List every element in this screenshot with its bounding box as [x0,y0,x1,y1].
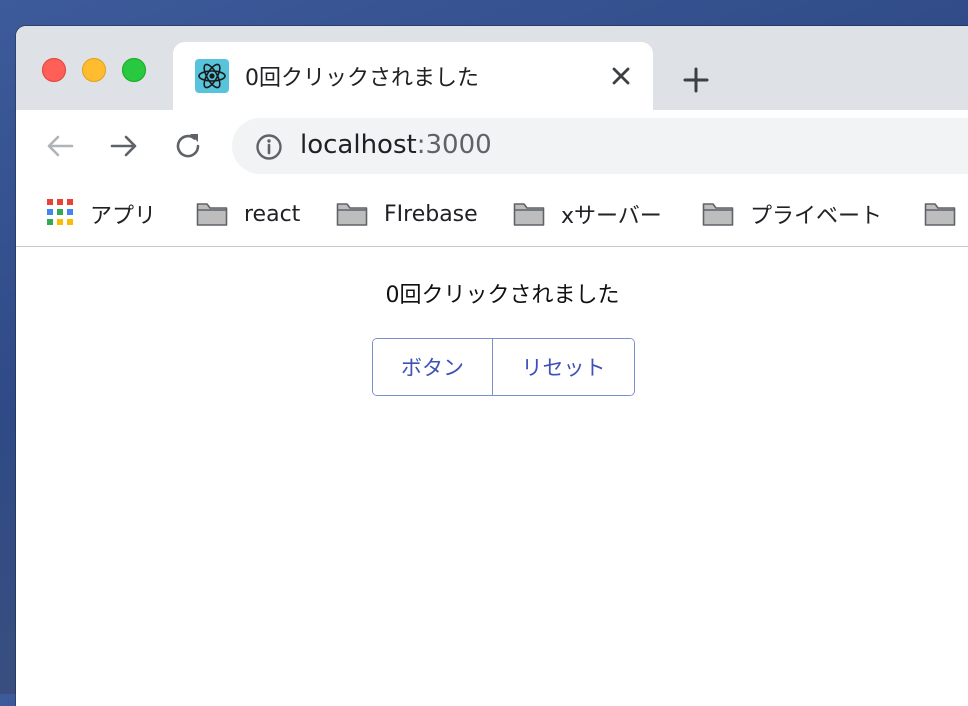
folder-icon [336,201,368,227]
close-window-button[interactable] [42,58,66,82]
url-host: localhost [300,130,417,160]
bookmark-label: xサーバー [561,204,662,229]
bookmark-label: プライベート [750,204,883,229]
back-arrow-icon[interactable] [42,128,78,164]
button-group: ボタン リセット [372,338,635,396]
tab-strip: 0回クリックされました [16,26,968,112]
count-button[interactable]: ボタン [373,339,493,395]
bookmark-folder-private[interactable]: プライベート [702,196,882,232]
new-tab-icon[interactable] [678,62,714,98]
bookmark-folder-firebase[interactable]: FIrebase [336,196,478,232]
url-port: :3000 [416,130,492,160]
folder-icon [196,201,228,227]
bookmark-folder-xserver[interactable]: xサーバー [513,196,662,232]
bookmark-apps[interactable]: アプリ [46,196,156,232]
maximize-window-button[interactable] [122,58,146,82]
apps-grid-icon [46,198,74,230]
folder-icon [513,201,545,227]
click-count-text: 0回クリックされました [385,283,620,308]
bookmark-folder-react[interactable]: react [196,196,300,232]
close-tab-icon[interactable] [607,62,635,90]
address-bar[interactable]: localhost:3000 [232,118,968,174]
browser-toolbar: localhost:3000 [16,110,968,182]
url-text: localhost:3000 [300,130,492,160]
bookmark-label: react [244,201,301,227]
browser-window: 0回クリックされました localhost:3000 アプリ react FIr… [16,26,968,706]
folder-icon [702,201,734,227]
bookmark-folder-overflow[interactable] [924,196,956,232]
folder-icon [924,201,956,227]
bookmark-label: アプリ [90,204,157,229]
react-icon [195,59,229,93]
bookmark-label: FIrebase [384,201,478,227]
tab-title: 0回クリックされました [245,66,479,91]
forward-arrow-icon[interactable] [106,128,142,164]
reset-button[interactable]: リセット [493,339,634,395]
active-tab[interactable]: 0回クリックされました [173,42,653,112]
page-content: 0回クリックされました ボタン リセット [16,247,968,706]
reload-icon[interactable] [170,128,206,164]
info-icon[interactable] [254,132,284,162]
bookmarks-bar: アプリ react FIrebase xサーバー プライベート [16,182,968,247]
minimize-window-button[interactable] [82,58,106,82]
